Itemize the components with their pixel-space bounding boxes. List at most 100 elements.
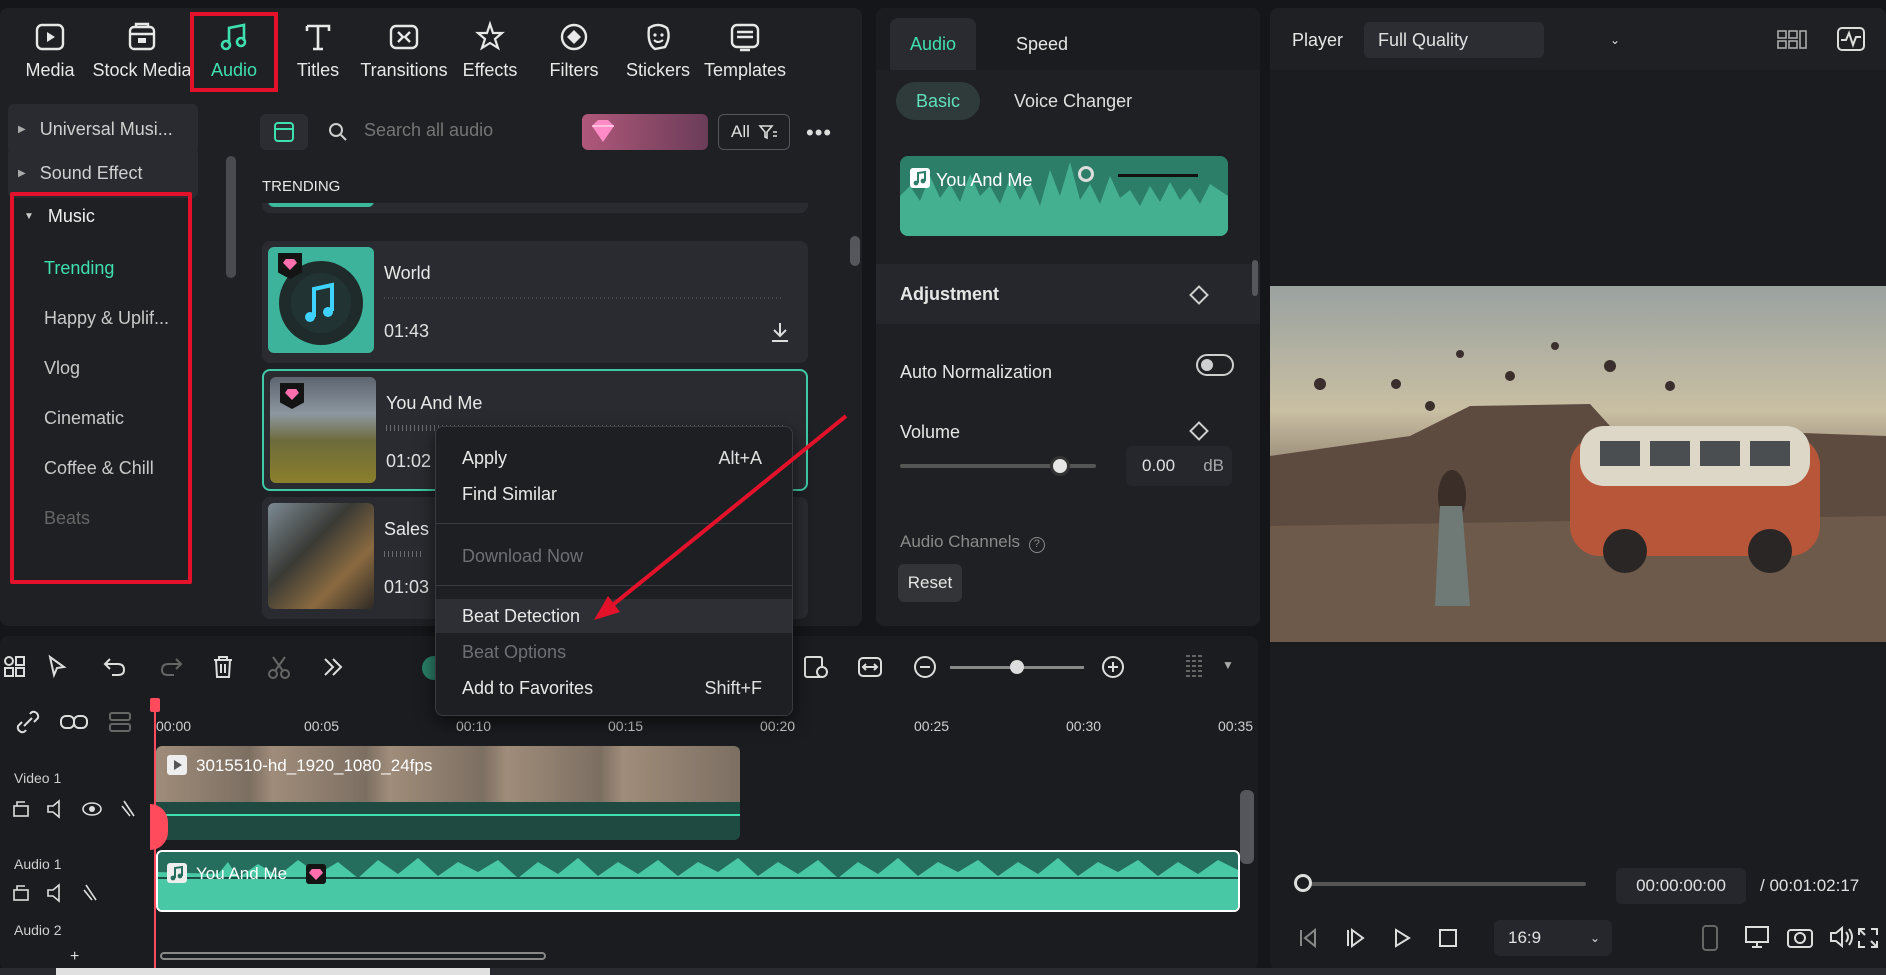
scissors-icon[interactable] [266,654,292,680]
auto-normalization-toggle[interactable] [1196,354,1234,376]
store-button[interactable] [260,114,308,150]
timeline-horizontal-scrollbar[interactable] [160,952,546,960]
sidebar-group-universal-music[interactable]: ▶ Universal Musi... [8,104,198,154]
menu-item-beat-detection[interactable]: Beat Detection [436,599,792,633]
video-preview[interactable] [1270,286,1886,642]
chevron-down-icon[interactable]: ▼ [1222,658,1234,672]
playback-progress-bar[interactable] [1304,882,1586,886]
delete-trash-icon[interactable] [210,654,236,680]
sidebar-item-vlog[interactable]: Vlog [44,358,80,379]
zoom-slider-handle[interactable] [1010,660,1024,674]
waveform-icon [900,162,1228,236]
render-preview-icon[interactable] [802,654,830,680]
menu-item-apply[interactable]: Apply Alt+A [436,441,792,475]
video-clip[interactable]: 3015510-hd_1920_1080_24fps [156,746,740,840]
volume-icon[interactable] [1828,924,1856,950]
sidebar-item-happy-uplifting[interactable]: Happy & Uplif... [44,308,169,329]
audio-name: You And Me [386,393,483,413]
track-manager-icon[interactable] [106,708,134,736]
undo-icon[interactable] [102,654,128,680]
download-icon[interactable] [770,321,790,343]
more-tools-icon[interactable] [320,654,346,680]
tab-speed[interactable]: Speed [996,18,1088,70]
player-title: Player [1292,30,1344,50]
redo-icon[interactable] [158,654,184,680]
display-icon[interactable] [1744,924,1772,950]
list-item[interactable] [262,203,808,213]
tab-audio-properties[interactable]: Audio [890,18,977,70]
tab-media[interactable]: Media [8,8,92,81]
preview-trim-handle[interactable] [1078,166,1094,182]
menu-item-beat-options[interactable]: Beat Options [436,635,792,669]
sidebar-group-music[interactable]: ▼ Music [24,206,95,227]
properties-scrollbar[interactable] [1252,260,1258,296]
tab-audio[interactable]: Audio [190,12,278,92]
tab-titles[interactable]: Titles [276,8,360,81]
tab-templates[interactable]: Templates [700,8,790,81]
effects-icon [475,20,505,51]
snapshot-camera-icon[interactable] [1786,924,1814,950]
fit-timeline-icon[interactable] [856,654,884,680]
add-track-button[interactable]: + [70,948,79,966]
menu-item-download-now[interactable]: Download Now [436,539,792,573]
list-item[interactable]: World 01:43 [262,241,808,363]
window-scrollbar[interactable] [0,968,1886,975]
window-scrollbar-thumb[interactable] [56,968,490,975]
phone-preview-icon[interactable] [1698,924,1722,952]
zoom-in-icon[interactable] [1100,654,1126,680]
timeline-vertical-scrollbar[interactable] [1240,790,1254,864]
help-icon[interactable]: ? [1028,537,1045,553]
filter-dropdown[interactable]: All [718,114,790,150]
volume-input[interactable]: 0.00 dB [1126,446,1232,486]
playback-progress-handle[interactable] [1294,874,1312,892]
subtab-basic[interactable]: Basic [896,82,981,120]
sidebar-group-sound-effect[interactable]: ▶ Sound Effect [8,148,198,198]
tab-filters[interactable]: Filters [532,8,616,81]
current-timecode[interactable]: 00:00:00:00 [1616,868,1746,904]
previous-frame-icon[interactable] [1296,926,1320,950]
ai-tool-icon[interactable] [422,656,436,680]
tab-transitions[interactable]: Transitions [360,8,448,81]
premium-button[interactable] [582,114,708,150]
sidebar-item-coffee-chill[interactable]: Coffee & Chill [44,458,154,479]
play-icon[interactable] [1390,926,1414,950]
sidebar-scrollbar[interactable] [226,156,236,278]
sidebar-item-trending[interactable]: Trending [44,258,114,279]
next-frame-icon[interactable] [1344,926,1368,950]
keyframe-diamond-icon[interactable] [1189,421,1209,441]
list-scrollbar[interactable] [850,236,860,266]
layout-grid-icon[interactable] [2,654,28,680]
tab-stock-media[interactable]: Stock Media [92,8,192,81]
select-pointer-icon[interactable] [46,654,72,680]
audio-meter-icon[interactable] [1836,26,1866,52]
quality-dropdown[interactable]: Full Quality ⌄ [1364,22,1620,58]
more-options-icon[interactable]: ••• [806,120,832,146]
caret-right-icon: ▶ [18,167,26,179]
search-input[interactable] [364,120,564,141]
menu-separator [436,585,792,586]
menu-item-find-similar[interactable]: Find Similar [436,477,792,511]
fullscreen-icon[interactable] [1856,926,1880,950]
video-track-controls-icon[interactable] [12,798,140,820]
volume-slider-handle[interactable] [1050,456,1070,476]
audio-thumbnail [270,377,376,483]
group-link-icon[interactable] [58,708,90,736]
aspect-ratio-dropdown[interactable]: 16:9 ⌄ [1494,920,1612,956]
tab-stickers[interactable]: Stickers [616,8,700,81]
zoom-out-icon[interactable] [912,654,938,680]
tab-effects[interactable]: Effects [448,8,532,81]
properties-subtabs: Basic Voice Changer [896,82,1152,120]
audio-clip[interactable]: You And Me [156,850,1240,912]
sidebar-item-cinematic[interactable]: Cinematic [44,408,124,429]
track-settings-icon[interactable] [1180,652,1210,682]
playhead-handle[interactable] [150,698,160,712]
menu-item-add-to-favorites[interactable]: Add to Favorites Shift+F [436,671,792,705]
grid-view-icon[interactable] [1776,28,1808,52]
sidebar-item-beats[interactable]: Beats [44,508,90,526]
audio-track-controls-icon[interactable] [12,882,102,904]
ruler-tick-label: 00:10 [456,718,492,734]
reset-button[interactable]: Reset [898,564,962,602]
link-icon[interactable] [14,708,42,736]
subtab-voice-changer[interactable]: Voice Changer [994,82,1152,120]
stop-icon[interactable] [1436,926,1460,950]
